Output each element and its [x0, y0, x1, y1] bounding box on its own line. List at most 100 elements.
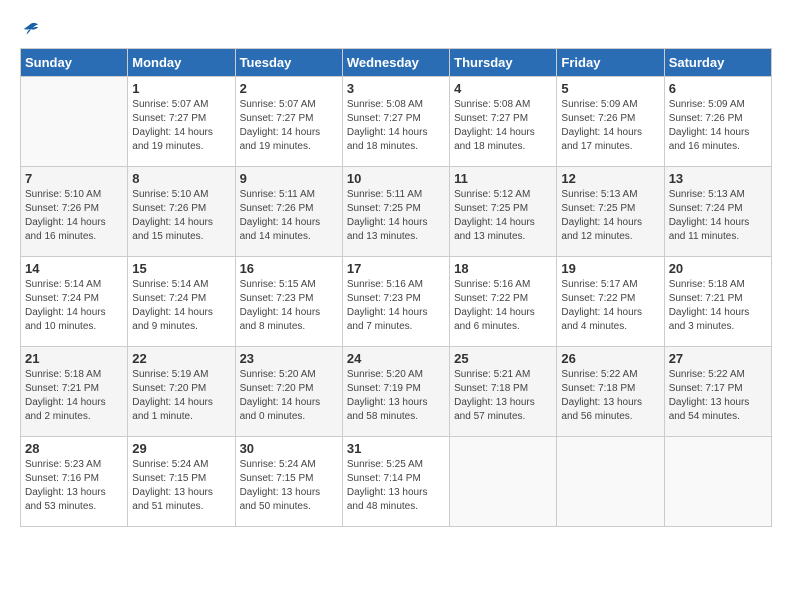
day-info: Sunrise: 5:20 AM Sunset: 7:19 PM Dayligh…: [347, 368, 445, 424]
header-cell-thursday: Thursday: [450, 49, 557, 77]
week-row-4: 21 Sunrise: 5:18 AM Sunset: 7:21 PM Dayli…: [21, 347, 772, 437]
day-info: Sunrise: 5:16 AM Sunset: 7:22 PM Dayligh…: [454, 278, 552, 334]
week-row-5: 28Sunrise: 5:23 AM Sunset: 7:16 PM Dayli…: [21, 437, 772, 527]
day-cell: 20 Sunrise: 5:18 AM Sunset: 7:21 PM Dayli…: [664, 257, 771, 347]
day-info: Sunrise: 5:16 AM Sunset: 7:23 PM Dayligh…: [347, 278, 445, 334]
day-info: Sunrise: 5:24 AM Sunset: 7:15 PM Dayligh…: [132, 458, 230, 514]
day-info: Sunrise: 5:09 AM Sunset: 7:26 PM Dayligh…: [669, 98, 767, 154]
day-number: 31: [347, 441, 445, 456]
day-cell: 5Sunrise: 5:09 AM Sunset: 7:26 PM Daylig…: [557, 77, 664, 167]
day-number: 27: [669, 351, 767, 366]
day-number: 15: [132, 261, 230, 276]
day-cell: 17Sunrise: 5:16 AM Sunset: 7:23 PM Dayli…: [342, 257, 449, 347]
page-header: [20, 20, 772, 38]
day-cell: 31 Sunrise: 5:25 AM Sunset: 7:14 PM Dayli…: [342, 437, 449, 527]
day-info: Sunrise: 5:21 AM Sunset: 7:18 PM Dayligh…: [454, 368, 552, 424]
day-info: Sunrise: 5:07 AM Sunset: 7:27 PM Dayligh…: [132, 98, 230, 154]
calendar-body: 1Sunrise: 5:07 AM Sunset: 7:27 PM Daylig…: [21, 77, 772, 527]
day-cell: 29 Sunrise: 5:24 AM Sunset: 7:15 PM Dayli…: [128, 437, 235, 527]
day-info: Sunrise: 5:25 AM Sunset: 7:14 PM Dayligh…: [347, 458, 445, 514]
day-number: 30: [240, 441, 338, 456]
day-number: 16: [240, 261, 338, 276]
day-info: Sunrise: 5:24 AM Sunset: 7:15 PM Dayligh…: [240, 458, 338, 514]
header-cell-tuesday: Tuesday: [235, 49, 342, 77]
day-number: 6: [669, 81, 767, 96]
day-info: Sunrise: 5:08 AM Sunset: 7:27 PM Dayligh…: [347, 98, 445, 154]
day-info: Sunrise: 5:19 AM Sunset: 7:20 PM Dayligh…: [132, 368, 230, 424]
day-cell: 30 Sunrise: 5:24 AM Sunset: 7:15 PM Dayli…: [235, 437, 342, 527]
header-cell-friday: Friday: [557, 49, 664, 77]
week-row-2: 7 Sunrise: 5:10 AM Sunset: 7:26 PM Daylig…: [21, 167, 772, 257]
day-cell: [21, 77, 128, 167]
day-cell: 12 Sunrise: 5:13 AM Sunset: 7:25 PM Dayli…: [557, 167, 664, 257]
day-number: 5: [561, 81, 659, 96]
day-cell: 14 Sunrise: 5:14 AM Sunset: 7:24 PM Dayli…: [21, 257, 128, 347]
day-cell: 25 Sunrise: 5:21 AM Sunset: 7:18 PM Dayli…: [450, 347, 557, 437]
day-cell: 28Sunrise: 5:23 AM Sunset: 7:16 PM Dayli…: [21, 437, 128, 527]
day-cell: 11Sunrise: 5:12 AM Sunset: 7:25 PM Dayli…: [450, 167, 557, 257]
day-number: 29: [132, 441, 230, 456]
calendar-table: SundayMondayTuesdayWednesdayThursdayFrid…: [20, 48, 772, 527]
header-cell-sunday: Sunday: [21, 49, 128, 77]
day-cell: 8 Sunrise: 5:10 AM Sunset: 7:26 PM Daylig…: [128, 167, 235, 257]
header-cell-monday: Monday: [128, 49, 235, 77]
day-info: Sunrise: 5:11 AM Sunset: 7:26 PM Dayligh…: [240, 188, 338, 244]
day-number: 2: [240, 81, 338, 96]
logo-bird-icon: [22, 20, 40, 38]
day-number: 9: [240, 171, 338, 186]
day-cell: 1Sunrise: 5:07 AM Sunset: 7:27 PM Daylig…: [128, 77, 235, 167]
day-cell: 6 Sunrise: 5:09 AM Sunset: 7:26 PM Daylig…: [664, 77, 771, 167]
day-cell: [664, 437, 771, 527]
header-row: SundayMondayTuesdayWednesdayThursdayFrid…: [21, 49, 772, 77]
day-info: Sunrise: 5:18 AM Sunset: 7:21 PM Dayligh…: [25, 368, 123, 424]
day-info: Sunrise: 5:13 AM Sunset: 7:24 PM Dayligh…: [669, 188, 767, 244]
day-info: Sunrise: 5:07 AM Sunset: 7:27 PM Dayligh…: [240, 98, 338, 154]
day-info: Sunrise: 5:12 AM Sunset: 7:25 PM Dayligh…: [454, 188, 552, 244]
day-info: Sunrise: 5:11 AM Sunset: 7:25 PM Dayligh…: [347, 188, 445, 244]
day-cell: 13 Sunrise: 5:13 AM Sunset: 7:24 PM Dayli…: [664, 167, 771, 257]
day-number: 25: [454, 351, 552, 366]
header-cell-saturday: Saturday: [664, 49, 771, 77]
day-number: 8: [132, 171, 230, 186]
day-cell: 18 Sunrise: 5:16 AM Sunset: 7:22 PM Dayli…: [450, 257, 557, 347]
day-number: 12: [561, 171, 659, 186]
day-cell: 27 Sunrise: 5:22 AM Sunset: 7:17 PM Dayli…: [664, 347, 771, 437]
day-number: 24: [347, 351, 445, 366]
day-cell: 19Sunrise: 5:17 AM Sunset: 7:22 PM Dayli…: [557, 257, 664, 347]
day-cell: 3Sunrise: 5:08 AM Sunset: 7:27 PM Daylig…: [342, 77, 449, 167]
day-info: Sunrise: 5:22 AM Sunset: 7:17 PM Dayligh…: [669, 368, 767, 424]
day-info: Sunrise: 5:13 AM Sunset: 7:25 PM Dayligh…: [561, 188, 659, 244]
day-number: 7: [25, 171, 123, 186]
day-number: 10: [347, 171, 445, 186]
day-cell: [450, 437, 557, 527]
week-row-1: 1Sunrise: 5:07 AM Sunset: 7:27 PM Daylig…: [21, 77, 772, 167]
day-cell: 7Sunrise: 5:10 AM Sunset: 7:26 PM Daylig…: [21, 167, 128, 257]
day-cell: [557, 437, 664, 527]
day-number: 20: [669, 261, 767, 276]
day-info: Sunrise: 5:14 AM Sunset: 7:24 PM Dayligh…: [25, 278, 123, 334]
day-info: Sunrise: 5:18 AM Sunset: 7:21 PM Dayligh…: [669, 278, 767, 334]
day-info: Sunrise: 5:23 AM Sunset: 7:16 PM Dayligh…: [25, 458, 123, 514]
day-number: 22: [132, 351, 230, 366]
day-cell: 16 Sunrise: 5:15 AM Sunset: 7:23 PM Dayli…: [235, 257, 342, 347]
day-number: 21: [25, 351, 123, 366]
day-cell: 15Sunrise: 5:14 AM Sunset: 7:24 PM Dayli…: [128, 257, 235, 347]
header-cell-wednesday: Wednesday: [342, 49, 449, 77]
day-info: Sunrise: 5:10 AM Sunset: 7:26 PM Dayligh…: [132, 188, 230, 244]
day-number: 19: [561, 261, 659, 276]
calendar-header: SundayMondayTuesdayWednesdayThursdayFrid…: [21, 49, 772, 77]
day-cell: 4Sunrise: 5:08 AM Sunset: 7:27 PM Daylig…: [450, 77, 557, 167]
day-number: 13: [669, 171, 767, 186]
day-cell: 26Sunrise: 5:22 AM Sunset: 7:18 PM Dayli…: [557, 347, 664, 437]
day-info: Sunrise: 5:20 AM Sunset: 7:20 PM Dayligh…: [240, 368, 338, 424]
day-cell: 9 Sunrise: 5:11 AM Sunset: 7:26 PM Daylig…: [235, 167, 342, 257]
day-number: 18: [454, 261, 552, 276]
day-number: 14: [25, 261, 123, 276]
day-cell: 10 Sunrise: 5:11 AM Sunset: 7:25 PM Dayli…: [342, 167, 449, 257]
day-info: Sunrise: 5:15 AM Sunset: 7:23 PM Dayligh…: [240, 278, 338, 334]
day-cell: 23Sunrise: 5:20 AM Sunset: 7:20 PM Dayli…: [235, 347, 342, 437]
day-cell: 22 Sunrise: 5:19 AM Sunset: 7:20 PM Dayli…: [128, 347, 235, 437]
day-number: 4: [454, 81, 552, 96]
day-cell: 2 Sunrise: 5:07 AM Sunset: 7:27 PM Daylig…: [235, 77, 342, 167]
week-row-3: 14 Sunrise: 5:14 AM Sunset: 7:24 PM Dayli…: [21, 257, 772, 347]
